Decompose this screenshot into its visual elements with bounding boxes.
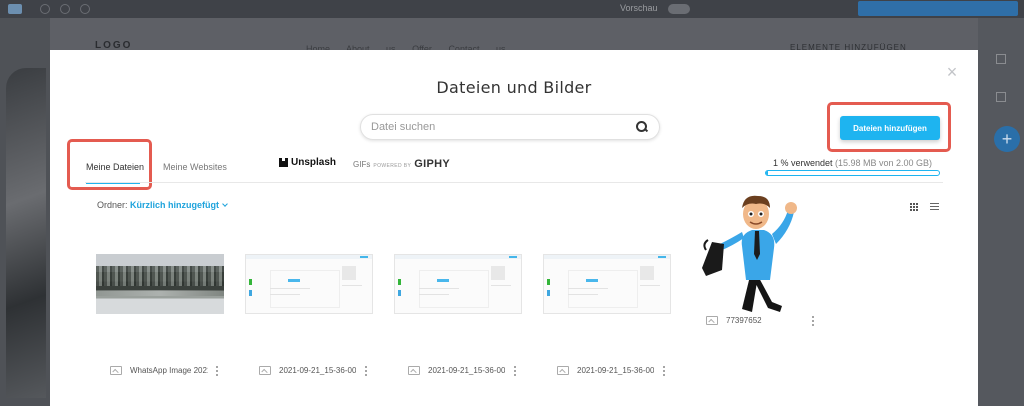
file-thumbnail-winter-lake: [96, 254, 224, 314]
tab-unsplash[interactable]: Unsplash: [279, 157, 336, 168]
close-panel-icon: [996, 92, 1006, 102]
file-meta: WhatsApp Image 2021...: [96, 362, 224, 378]
tab-my-websites[interactable]: Meine Websites: [163, 162, 227, 172]
file-menu-icon[interactable]: [812, 316, 814, 326]
image-icon: [557, 365, 569, 375]
add-files-button[interactable]: Dateien hinzufügen: [840, 116, 940, 140]
file-menu-icon[interactable]: [514, 366, 516, 376]
editor-logo-icon: [8, 4, 22, 14]
file-menu-icon[interactable]: [365, 366, 367, 376]
publish-button: [858, 1, 1018, 16]
search-input[interactable]: [371, 121, 635, 133]
close-icon[interactable]: ×: [945, 63, 959, 81]
folder-selector: Ordner: Kürzlich hinzugefügt: [97, 200, 228, 210]
file-meta: 2021-09-21_15-36-00: [543, 362, 671, 378]
file-name: 77397652: [726, 315, 762, 325]
tab-giphy[interactable]: GIFs POWERED BY GIPHY: [353, 158, 450, 170]
preview-toggle: [668, 4, 690, 14]
editor-topbar: Vorschau: [0, 0, 1024, 18]
editor-site-header: LOGO Home About us Offer Contact us ELEM…: [50, 32, 978, 54]
files-images-modal: × Dateien und Bilder Dateien hinzufügen …: [50, 50, 978, 406]
search-box: [360, 114, 660, 140]
tab-label: Unsplash: [291, 157, 337, 168]
file-card[interactable]: 2021-09-21_15-36-00: [394, 254, 522, 378]
sitemap-icon: [996, 54, 1006, 64]
storage-usage-text: 1 % verwendet (15.98 MB von 2.00 GB): [765, 158, 940, 168]
image-icon: [408, 365, 420, 375]
folder-value: Kürzlich hinzugefügt: [130, 200, 220, 210]
save-icon: [80, 4, 90, 14]
tabs-divider: [85, 182, 943, 183]
chevron-down-icon: [222, 201, 228, 207]
image-icon: [259, 365, 271, 375]
file-name: 2021-09-21_15-36-00: [279, 365, 357, 375]
image-icon: [110, 365, 122, 375]
cartoon-businessman-illustration: [702, 195, 797, 312]
redo-icon: [60, 4, 70, 14]
file-card[interactable]: 77397652: [692, 184, 820, 328]
usage-detail: (15.98 MB von 2.00 GB): [835, 158, 933, 168]
file-name: WhatsApp Image 2021...: [130, 365, 208, 375]
background-image: [6, 68, 46, 398]
file-meta: 77397652: [692, 312, 820, 328]
modal-title: Dateien und Bilder: [436, 78, 592, 97]
list-view-icon[interactable]: [930, 203, 939, 211]
file-name: 2021-09-21_15-36-00: [428, 365, 506, 375]
usage-summary: 1 % verwendet: [772, 158, 833, 168]
unsplash-logo-icon: [279, 158, 288, 167]
undo-icon: [40, 4, 50, 14]
file-name: 2021-09-21_15-36-00: [577, 365, 655, 375]
editor-right-rail: +: [978, 18, 1024, 406]
preview-label: Vorschau: [620, 3, 658, 13]
file-card[interactable]: WhatsApp Image 2021...: [96, 254, 224, 378]
add-element-plus-icon: +: [994, 126, 1020, 152]
storage-progress-bar: [765, 170, 940, 176]
storage-progress-fill: [766, 171, 768, 175]
file-thumbnail-cartoon-businessman: [692, 184, 820, 314]
file-card[interactable]: 2021-09-21_15-36-00: [245, 254, 373, 378]
giphy-logo: GIPHY: [414, 158, 450, 170]
file-meta: 2021-09-21_15-36-00: [394, 362, 522, 378]
file-thumbnail-screenshot: [543, 254, 671, 314]
powered-by-label: POWERED BY: [373, 163, 412, 169]
file-menu-icon[interactable]: [663, 366, 665, 376]
file-thumbnail-screenshot: [245, 254, 373, 314]
file-thumbnail-screenshot: [394, 254, 522, 314]
image-icon: [706, 315, 718, 325]
grid-view-icon[interactable]: [910, 203, 918, 211]
editor-canvas-left: [0, 18, 50, 406]
folder-label: Ordner:: [97, 200, 128, 210]
folder-dropdown[interactable]: Kürzlich hinzugefügt: [130, 200, 228, 210]
search-icon[interactable]: [635, 120, 649, 134]
file-card[interactable]: 2021-09-21_15-36-00: [543, 254, 671, 378]
tab-label: GIFs: [353, 160, 371, 169]
file-meta: 2021-09-21_15-36-00: [245, 362, 373, 378]
file-menu-icon[interactable]: [216, 366, 218, 376]
